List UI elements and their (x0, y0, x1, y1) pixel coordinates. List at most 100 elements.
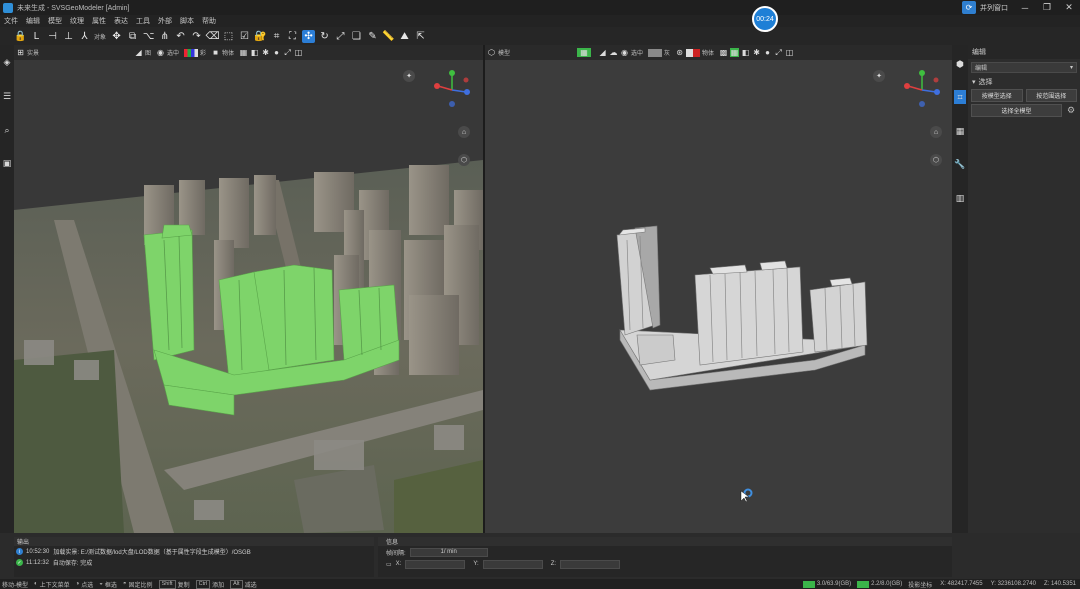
export-icon[interactable]: ⇱ (414, 30, 427, 43)
cube-tab-icon[interactable]: ⬢ (954, 57, 966, 71)
maximize-button[interactable]: ❐ (1036, 0, 1058, 15)
list-icon[interactable]: ☰ (2, 91, 12, 101)
dot-icon[interactable]: ● (272, 48, 281, 57)
object-dropdown-right[interactable]: 物体 (686, 48, 714, 57)
menu-external[interactable]: 外部 (158, 16, 172, 26)
gray-label: 灰 (664, 51, 671, 57)
select-by-range-button[interactable]: 按范围选择 (1025, 89, 1077, 102)
model-view-dropdown[interactable]: ⬡ 模型 (487, 48, 510, 57)
x-field[interactable] (405, 559, 466, 569)
undo-icon[interactable]: ↶ (174, 30, 187, 43)
half-icon-right[interactable]: ◧ (741, 48, 750, 57)
search-icon[interactable]: ⌕ (2, 125, 12, 135)
camera-icon-right[interactable]: ◢ (598, 48, 607, 57)
orientation-gizmo-icon-right[interactable] (902, 66, 942, 114)
menu-model[interactable]: 模型 (48, 16, 62, 26)
menu-attribute[interactable]: 属性 (92, 16, 106, 26)
object-dropdown[interactable]: ■ 物体 (211, 48, 234, 57)
gray-dropdown[interactable]: 灰 (648, 48, 670, 57)
sync-icon[interactable]: ⟳ (962, 1, 976, 14)
frame-select-icon[interactable]: ⬚ (222, 30, 235, 43)
gear-icon[interactable]: ⚙ (1065, 105, 1077, 117)
chat-icon[interactable]: ▣ (2, 158, 12, 168)
cube-view-icon-right[interactable]: ⬡ (930, 154, 942, 166)
split-icon-right[interactable]: ◫ (785, 48, 794, 57)
menu-edit[interactable]: 编辑 (26, 16, 40, 26)
snap-icon[interactable]: ⊣ (46, 30, 59, 43)
select-section-header[interactable]: ▾ 选择 (968, 76, 1080, 87)
expand-icon[interactable]: ▭ (386, 561, 392, 568)
dot-icon-right[interactable]: ● (763, 48, 772, 57)
reality-mesh-viewport[interactable]: ✦ ⌂ ⬡ (14, 60, 483, 533)
layers-icon[interactable]: ◈ (2, 57, 12, 67)
axis-l-icon[interactable]: L (30, 30, 43, 43)
scale-tool-icon[interactable]: ⤢ (334, 30, 347, 43)
minimize-button[interactable]: ─ (1014, 0, 1036, 15)
copy-icon[interactable]: ⧉ (126, 30, 139, 43)
delete-icon[interactable]: ⌫ (205, 30, 219, 43)
lock-icon[interactable]: 🔒 (14, 30, 27, 43)
home-view-icon-right[interactable]: ⌂ (930, 126, 942, 138)
cube-view-icon[interactable]: ⬡ (458, 154, 470, 166)
select-region-icon[interactable]: ⌗ (270, 30, 283, 43)
book-tab-icon[interactable]: ▥ (954, 191, 966, 205)
menu-file[interactable]: 文件 (4, 16, 18, 26)
view-light-icon-right[interactable]: ✦ (873, 70, 885, 82)
y-field[interactable] (482, 559, 543, 569)
checker-icon[interactable]: ▦ (239, 48, 248, 57)
globe-icon[interactable]: ⊛ (675, 48, 684, 57)
model-viewport[interactable]: ✦ ⌂ ⬡ (485, 60, 952, 533)
maximize-view-icon-right[interactable]: ⤢ (774, 48, 783, 57)
redo-icon[interactable]: ↷ (190, 30, 203, 43)
graph-icon[interactable]: ⋔ (158, 30, 171, 43)
wrench-tab-icon[interactable]: 🔧 (954, 157, 966, 171)
menu-help[interactable]: 帮助 (202, 16, 216, 26)
menu-texture[interactable]: 纹理 (70, 16, 84, 26)
checker-tab-icon[interactable]: ▦ (954, 124, 966, 138)
view-light-icon[interactable]: ✦ (403, 70, 415, 82)
right-dock-strip: ⬢ ⌗ ▦ 🔧 ▥ (952, 45, 968, 533)
axis-icon[interactable]: ⊥ (62, 30, 75, 43)
select-by-model-button[interactable]: 按模型选择 (971, 89, 1023, 102)
home-view-icon[interactable]: ⌂ (458, 126, 470, 138)
cloud-icon[interactable]: ☁ (609, 48, 618, 57)
move-tool-icon[interactable]: ✣ (302, 29, 316, 43)
copy-tool-icon[interactable]: ❏ (350, 30, 363, 43)
split-icon[interactable]: ◫ (294, 48, 303, 57)
rotate-axis-icon[interactable]: ⅄ (78, 30, 91, 43)
mesh-icon[interactable]: ▩ (719, 48, 728, 57)
menu-script[interactable]: 脚本 (180, 16, 194, 26)
menu-tools[interactable]: 工具 (136, 16, 150, 26)
pencil-icon[interactable]: ✎ (366, 30, 379, 43)
check-icon[interactable]: ☑ (238, 30, 251, 43)
terrain-icon[interactable]: ⛰ (398, 30, 411, 43)
settings-icon[interactable]: ✱ (261, 48, 270, 57)
settings-icon-right[interactable]: ✱ (752, 48, 761, 57)
orientation-gizmo-icon[interactable] (432, 66, 472, 114)
z-field[interactable] (560, 559, 621, 569)
tree-icon[interactable]: ⌥ (142, 30, 155, 43)
move-arrows-icon[interactable]: ✥ (110, 30, 123, 43)
edit-mode-select[interactable]: 编辑 ▾ (971, 62, 1077, 73)
edit-tab-icon[interactable]: ⌗ (954, 90, 966, 104)
select-dropdown[interactable]: ◉ 选中 (156, 48, 179, 57)
align-dropdown[interactable]: 对象 (94, 32, 106, 41)
timer-badge[interactable]: 00:24 (752, 6, 778, 32)
maximize-view-icon[interactable]: ⤢ (283, 48, 292, 57)
screen-select-icon[interactable]: ⛶ (286, 30, 299, 43)
checker-icon-right[interactable]: ▦ (730, 48, 740, 57)
select-dropdown-right[interactable]: ◉ 选中 (620, 48, 643, 57)
coord-system-dropdown[interactable]: 投影坐标 (908, 580, 932, 589)
shade-toggle[interactable]: ▦ (577, 48, 593, 57)
camera-dropdown[interactable]: ◢ 图 (134, 48, 151, 57)
select-all-models-button[interactable]: 选择全模型 (971, 104, 1062, 117)
window-layout-menu[interactable]: 并列窗口 (980, 3, 1008, 13)
ruler-icon[interactable]: 📏 (382, 30, 395, 43)
close-button[interactable]: ✕ (1058, 0, 1080, 15)
menu-express[interactable]: 表达 (114, 16, 128, 26)
view-mode-dropdown[interactable]: ⊞ 实景 (16, 48, 39, 57)
lock-closed-icon[interactable]: 🔐 (254, 30, 267, 43)
rotate-tool-icon[interactable]: ↻ (318, 30, 331, 43)
color-dropdown[interactable]: 彩 (184, 48, 206, 57)
half-icon[interactable]: ◧ (250, 48, 259, 57)
